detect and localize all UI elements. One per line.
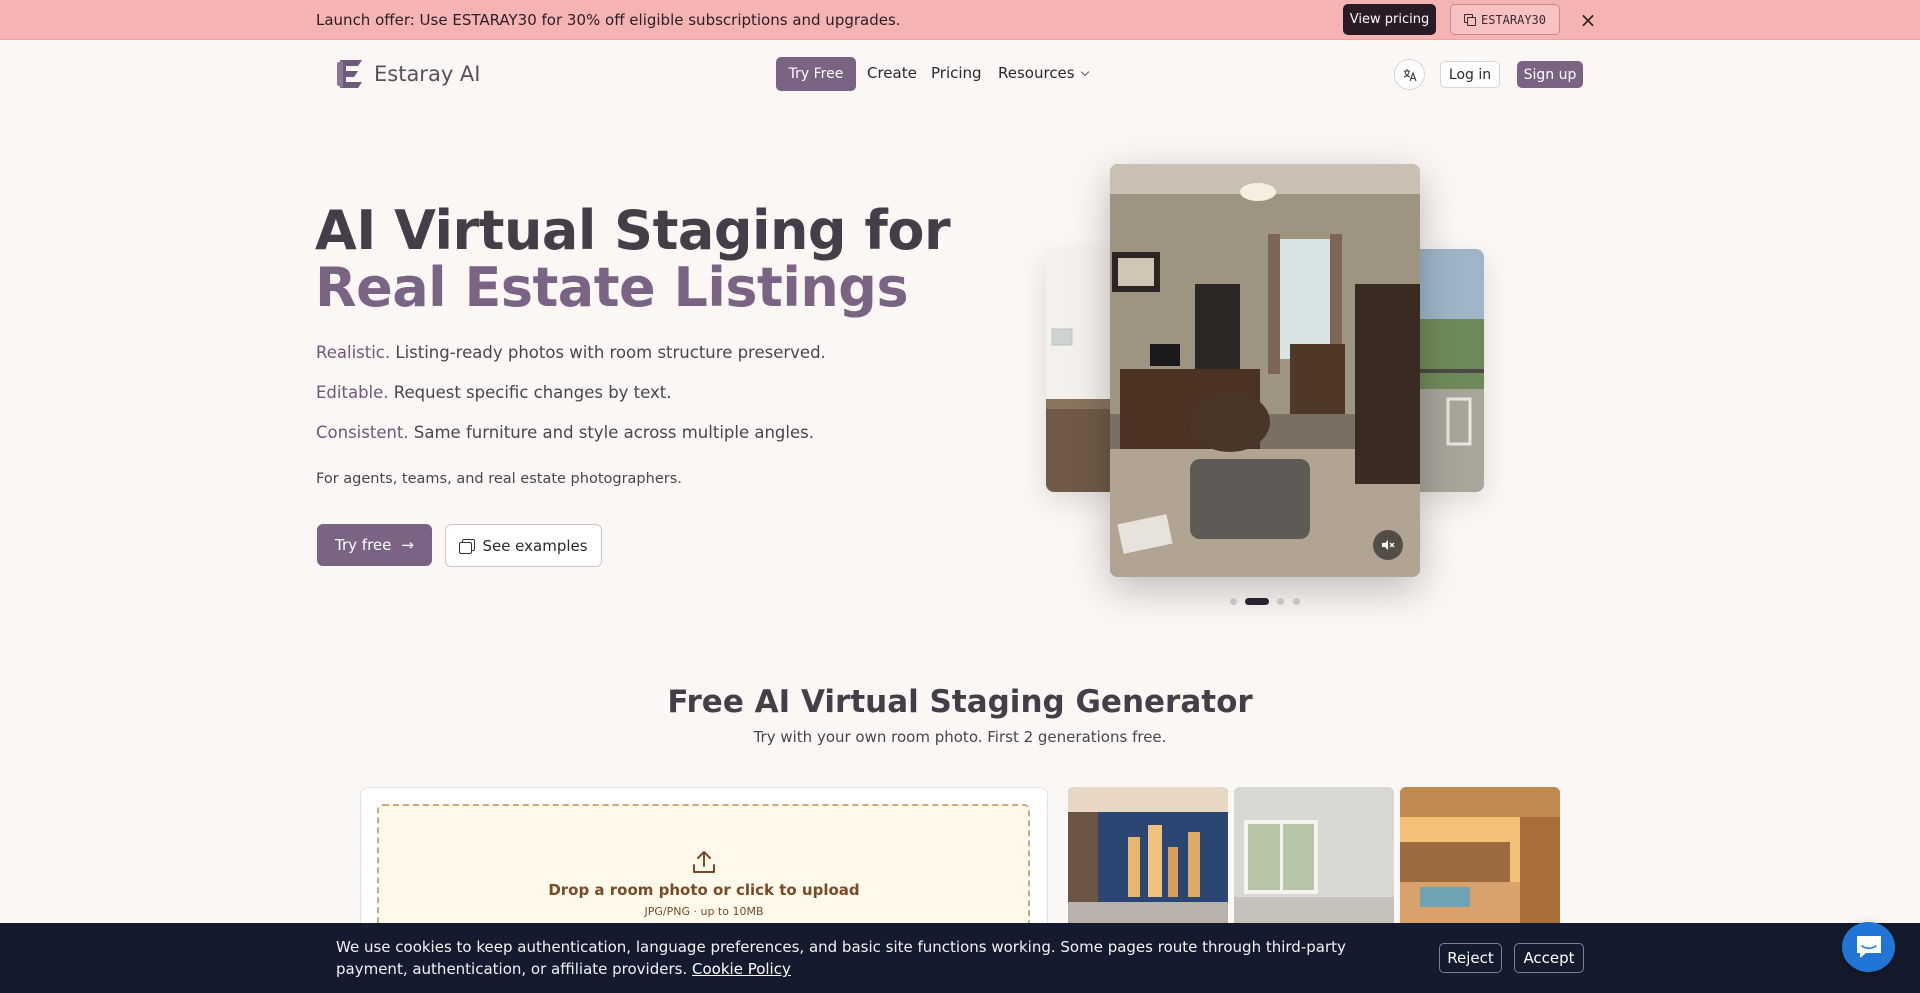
- chat-widget-button[interactable]: [1842, 922, 1895, 972]
- speaker-muted-icon: [1382, 540, 1395, 550]
- cookie-reject-button[interactable]: Reject: [1439, 943, 1502, 973]
- cookie-message: We use cookies to keep authentication, l…: [336, 938, 1346, 978]
- copy-icon: [1463, 14, 1476, 26]
- chat-icon: [1856, 936, 1881, 958]
- nav-link-pricing[interactable]: Pricing: [931, 64, 982, 82]
- sample-room-thumbnail[interactable]: [1234, 787, 1394, 927]
- nav-link-resources-label: Resources: [998, 64, 1075, 82]
- signup-button[interactable]: Sign up: [1517, 61, 1583, 88]
- sample-room-thumbnail[interactable]: [1400, 787, 1560, 927]
- arrow-right-icon: →: [401, 536, 414, 554]
- carousel-dot[interactable]: [1293, 598, 1300, 605]
- brand-logo[interactable]: Estaray AI: [334, 57, 480, 90]
- language-button[interactable]: [1394, 59, 1425, 90]
- room-photo-terrace: [1400, 787, 1560, 927]
- carousel-dot-active[interactable]: [1245, 598, 1269, 605]
- generator-title: Free AI Virtual Staging Generator: [667, 684, 1253, 720]
- promo-banner: Launch offer: Use ESTARAY30 for 30% off …: [0, 0, 1920, 40]
- room-photo-city-view: [1068, 787, 1228, 927]
- hero-try-free-label: Try free: [335, 536, 392, 554]
- sample-room-thumbnail[interactable]: [1068, 787, 1228, 927]
- see-examples-label: See examples: [482, 536, 588, 555]
- promo-code: ESTARAY30: [1480, 12, 1547, 27]
- nav-link-create[interactable]: Create: [867, 64, 917, 82]
- logo-icon: [337, 60, 362, 88]
- room-photo-office: [1110, 164, 1420, 577]
- feature-label: Editable.: [316, 383, 389, 402]
- chevron-down-icon: [1080, 67, 1089, 77]
- gallery-icon: [459, 538, 476, 554]
- feature-text: Same furniture and style across multiple…: [408, 423, 814, 442]
- feature-label: Consistent.: [316, 423, 409, 442]
- feature-text: Request specific changes by text.: [388, 383, 672, 402]
- upload-icon: [693, 851, 715, 873]
- nav-link-resources[interactable]: Resources: [998, 64, 1089, 82]
- hero-audience: For agents, teams, and real estate photo…: [316, 471, 682, 487]
- promo-text: Launch offer: Use ESTARAY30 for 30% off …: [316, 11, 901, 29]
- hero-title-line1: AI Virtual Staging for: [315, 199, 951, 262]
- generator-subtitle: Try with your own room photo. First 2 ge…: [753, 728, 1167, 746]
- cookie-policy-link[interactable]: Cookie Policy: [692, 960, 791, 978]
- brand-name: Estaray AI: [374, 61, 481, 86]
- translate-icon: [1403, 68, 1417, 81]
- login-button[interactable]: Log in: [1440, 61, 1500, 88]
- feature-text: Listing-ready photos with room structure…: [390, 343, 826, 362]
- room-photo-living: [1046, 249, 1120, 492]
- room-photo-empty-room: [1234, 787, 1394, 927]
- feature-consistent: Consistent. Same furniture and style acr…: [316, 423, 814, 442]
- carousel-dot[interactable]: [1277, 598, 1284, 605]
- cookie-accept-button[interactable]: Accept: [1514, 943, 1584, 973]
- room-photo-balcony: [1412, 249, 1484, 492]
- carousel-slide-previous[interactable]: [1046, 249, 1120, 492]
- feature-label: Realistic.: [316, 343, 391, 362]
- hero-try-free-button[interactable]: Try free →: [317, 524, 432, 566]
- hero-title-line2: Real Estate Listings: [315, 256, 909, 319]
- copy-code-button[interactable]: ESTARAY30: [1450, 4, 1560, 35]
- close-icon[interactable]: ×: [1578, 8, 1598, 32]
- carousel-slide-next[interactable]: [1412, 249, 1484, 492]
- mute-toggle-button[interactable]: [1373, 530, 1403, 560]
- nav-try-free-button[interactable]: Try Free: [776, 57, 856, 91]
- feature-editable: Editable. Request specific changes by te…: [316, 383, 672, 402]
- carousel-dot[interactable]: [1230, 598, 1237, 605]
- carousel-slide-active[interactable]: [1110, 164, 1420, 577]
- feature-realistic: Realistic. Listing-ready photos with roo…: [316, 343, 826, 362]
- see-examples-button[interactable]: See examples: [445, 524, 602, 567]
- cookie-text: We use cookies to keep authentication, l…: [336, 936, 1412, 980]
- view-pricing-button[interactable]: View pricing: [1343, 4, 1436, 35]
